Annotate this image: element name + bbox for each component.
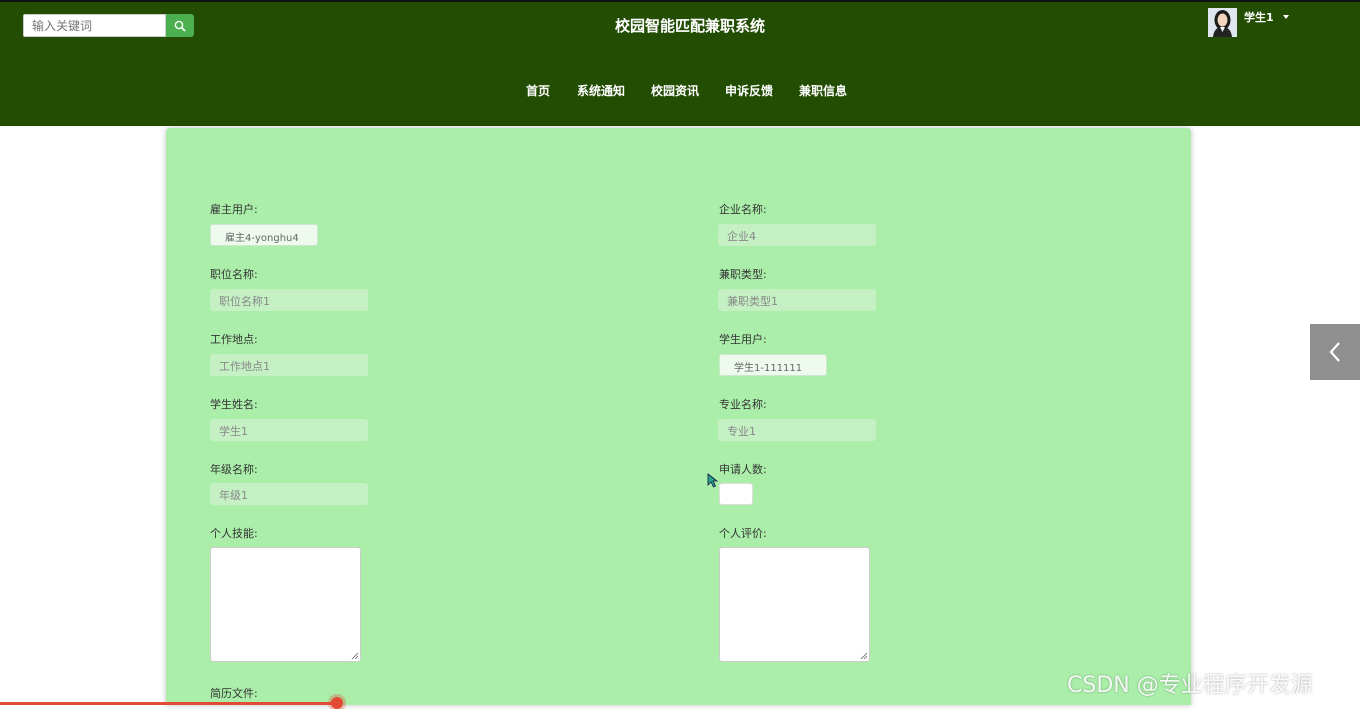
work-location-field[interactable]: 工作地点1 <box>210 354 368 376</box>
employer-user-label: 雇主用户: <box>210 203 258 216</box>
company-name-label: 企业名称: <box>719 203 767 216</box>
personal-skills-textarea[interactable] <box>210 547 361 662</box>
personal-evaluation-textarea[interactable] <box>719 547 870 662</box>
nav-item-news[interactable]: 校园资讯 <box>651 82 699 99</box>
major-name-label: 专业名称: <box>719 398 767 411</box>
mouse-cursor-icon <box>707 473 719 488</box>
nav-item-notice[interactable]: 系统通知 <box>577 82 625 99</box>
grade-name-label: 年级名称: <box>210 463 258 476</box>
grade-name-field[interactable]: 年级1 <box>210 483 368 505</box>
progress-handle[interactable] <box>331 697 343 709</box>
position-name-field[interactable]: 职位名称1 <box>210 289 368 311</box>
user-name[interactable]: 学生1 <box>1244 9 1274 25</box>
resume-file-label: 简历文件: <box>210 687 258 700</box>
nav-item-home[interactable]: 首页 <box>526 82 550 99</box>
personal-evaluation-label: 个人评价: <box>719 527 767 540</box>
site-title: 校园智能匹配兼职系统 <box>614 17 765 35</box>
applicants-input[interactable] <box>719 483 753 505</box>
major-name-field[interactable]: 专业1 <box>718 419 876 441</box>
student-name-label: 学生姓名: <box>210 398 258 411</box>
student-name-field[interactable]: 学生1 <box>210 419 368 441</box>
applicants-label: 申请人数: <box>719 463 767 476</box>
nav-item-jobs[interactable]: 兼职信息 <box>799 82 847 99</box>
job-type-label: 兼职类型: <box>719 268 767 281</box>
position-name-label: 职位名称: <box>210 268 258 281</box>
job-type-field[interactable]: 兼职类型1 <box>718 289 876 311</box>
watermark: CSDN @专业程序开发源 <box>1067 673 1313 698</box>
student-user-select[interactable]: 学生1-111111 <box>719 354 827 376</box>
resize-handle-icon[interactable] <box>860 652 867 659</box>
work-location-label: 工作地点: <box>210 333 258 346</box>
main-nav: 首页 系统通知 校园资讯 申诉反馈 兼职信息 <box>0 82 1360 100</box>
chevron-down-icon[interactable] <box>1283 15 1289 19</box>
avatar[interactable] <box>1208 8 1237 37</box>
side-panel-toggle[interactable] <box>1310 324 1360 380</box>
employer-user-select[interactable]: 雇主4-yonghu4 <box>210 224 318 246</box>
chevron-left-icon <box>1329 342 1340 362</box>
nav-item-feedback[interactable]: 申诉反馈 <box>725 82 773 99</box>
top-header: 校园智能匹配兼职系统 学生1 首页 系统通知 校园资讯 申诉反馈 兼职信息 <box>0 0 1360 126</box>
resize-handle-icon[interactable] <box>351 652 358 659</box>
student-user-label: 学生用户: <box>719 333 767 346</box>
form-panel: 雇主用户: 雇主4-yonghu4 企业名称: 企业4 职位名称: 职位名称1 … <box>166 128 1191 705</box>
personal-skills-label: 个人技能: <box>210 527 258 540</box>
company-name-field[interactable]: 企业4 <box>718 224 876 246</box>
